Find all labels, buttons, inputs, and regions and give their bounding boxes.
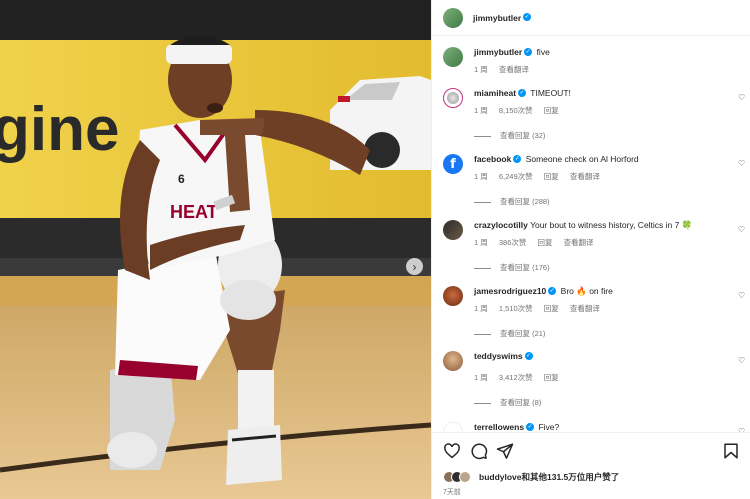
verified-badge-icon: ✓ bbox=[526, 423, 535, 432]
view-replies-label: 查看回复 (21) bbox=[500, 329, 546, 338]
comment-text: TIMEOUT! bbox=[530, 88, 571, 98]
next-image-chevron-icon[interactable]: › bbox=[406, 258, 423, 275]
post-actions: buddylove和其他131.5万位用户赞了 7天前 bbox=[432, 432, 750, 499]
share-send-icon[interactable] bbox=[496, 442, 514, 460]
view-replies-label: 查看回复 (32) bbox=[500, 131, 546, 140]
like-heart-icon[interactable]: ♡ bbox=[738, 292, 746, 300]
like-heart-icon[interactable]: ♡ bbox=[738, 357, 746, 365]
like-heart-icon[interactable]: ♡ bbox=[738, 94, 746, 102]
divider-dash bbox=[474, 267, 491, 269]
comment-time: 1 周 bbox=[474, 106, 488, 115]
comment-text: Five? bbox=[538, 422, 560, 432]
reply-link[interactable]: 回复 bbox=[537, 238, 552, 247]
commenter-avatar[interactable] bbox=[443, 88, 463, 108]
comment-likes[interactable]: 6,249次赞 bbox=[499, 172, 533, 181]
like-heart-icon[interactable]: ♡ bbox=[738, 160, 746, 168]
likes-summary[interactable]: buddylove和其他131.5万位用户赞了 bbox=[443, 471, 619, 483]
commenter-avatar[interactable] bbox=[443, 286, 463, 306]
facebook-logo-icon[interactable]: f bbox=[443, 154, 463, 174]
author-username[interactable]: jimmybutler bbox=[473, 13, 521, 23]
reply-link[interactable]: 回复 bbox=[544, 304, 559, 313]
commenter-username[interactable]: miamiheat bbox=[474, 88, 516, 98]
commenter-avatar[interactable] bbox=[443, 351, 463, 371]
comment-likes[interactable]: 8,150次赞 bbox=[499, 106, 533, 115]
divider-dash bbox=[474, 402, 491, 404]
liked-by-text: buddylove和其他131.5万位用户赞了 bbox=[479, 472, 620, 482]
caption-avatar[interactable] bbox=[443, 47, 463, 67]
translate-link[interactable]: 查看翻译 bbox=[564, 238, 594, 247]
bookmark-save-icon[interactable] bbox=[722, 442, 740, 460]
comment-likes[interactable]: 1,510次赞 bbox=[499, 304, 533, 313]
view-replies-link[interactable]: 查看回复 (21) bbox=[474, 328, 545, 339]
comment-likes[interactable]: 3,412次赞 bbox=[499, 373, 533, 382]
comment-text: Bro 🔥 on fire bbox=[560, 286, 613, 296]
post-header: jimmybutler ✓ bbox=[432, 0, 750, 36]
caption-translate-link[interactable]: 查看翻译 bbox=[499, 65, 529, 74]
post-side-panel: jimmybutler ✓ jimmybutler ✓ five 1 周 查看翻译 bbox=[431, 0, 750, 499]
svg-text:gine: gine bbox=[0, 95, 119, 164]
commenter-username[interactable]: crazylocotilly bbox=[474, 220, 528, 230]
like-heart-icon[interactable] bbox=[443, 442, 461, 460]
reply-link[interactable]: 回复 bbox=[544, 106, 559, 115]
view-replies-link[interactable]: 查看回复 (288) bbox=[474, 196, 550, 207]
svg-text:6: 6 bbox=[178, 172, 185, 186]
comment-time: 1 周 bbox=[474, 304, 488, 313]
verified-badge-icon: ✓ bbox=[518, 89, 527, 98]
commenter-username[interactable]: jamesrodriguez10 bbox=[474, 286, 546, 296]
view-replies-link[interactable]: 查看回复 (32) bbox=[474, 130, 545, 141]
commenter-avatar[interactable] bbox=[443, 422, 463, 432]
commenter-avatar[interactable] bbox=[443, 220, 463, 240]
view-replies-label: 查看回复 (176) bbox=[500, 263, 550, 272]
verified-badge-icon: ✓ bbox=[524, 48, 533, 57]
comment-time: 1 周 bbox=[474, 172, 488, 181]
divider-dash bbox=[474, 201, 491, 203]
comments-list[interactable]: jimmybutler ✓ five 1 周 查看翻译 miamiheat ✓ TI… bbox=[432, 36, 750, 432]
verified-badge-icon: ✓ bbox=[524, 352, 533, 361]
basketball-photo: gine HEAT 6 bbox=[0, 0, 431, 499]
comment-time: 1 周 bbox=[474, 238, 488, 247]
verified-badge-icon: ✓ bbox=[548, 287, 557, 296]
comment-bubble-icon[interactable] bbox=[470, 442, 488, 460]
comment-text: Your bout to witness history, Celtics in… bbox=[530, 220, 693, 230]
divider-dash bbox=[474, 333, 491, 335]
translate-link[interactable]: 查看翻译 bbox=[570, 304, 600, 313]
translate-link[interactable]: 查看翻译 bbox=[570, 172, 600, 181]
reply-link[interactable]: 回复 bbox=[544, 373, 559, 382]
comment-text: Someone check on Al Horford bbox=[525, 154, 639, 164]
commenter-username[interactable]: facebook bbox=[474, 154, 511, 164]
post-photo: gine HEAT 6 › bbox=[0, 0, 431, 499]
caption-text: five bbox=[536, 47, 550, 57]
caption-time: 1 周 bbox=[474, 65, 488, 74]
like-heart-icon[interactable]: ♡ bbox=[738, 226, 746, 234]
view-replies-link[interactable]: 查看回复 (8) bbox=[474, 397, 541, 408]
commenter-username[interactable]: teddyswims bbox=[474, 351, 523, 361]
comment-time: 1 周 bbox=[474, 373, 488, 382]
divider-dash bbox=[474, 135, 491, 137]
verified-badge-icon: ✓ bbox=[523, 13, 532, 21]
view-replies-label: 查看回复 (288) bbox=[500, 197, 550, 206]
view-replies-link[interactable]: 查看回复 (176) bbox=[474, 262, 550, 273]
liker-avatars bbox=[443, 471, 473, 483]
reply-link[interactable]: 回复 bbox=[544, 172, 559, 181]
verified-badge-icon: ✓ bbox=[513, 155, 522, 164]
post-timestamp: 7天前 bbox=[443, 489, 461, 496]
svg-text:HEAT: HEAT bbox=[170, 202, 218, 222]
author-avatar[interactable] bbox=[443, 7, 463, 28]
comment-likes[interactable]: 386次赞 bbox=[499, 238, 527, 247]
view-replies-label: 查看回复 (8) bbox=[500, 398, 542, 407]
commenter-username[interactable]: terrellowens bbox=[474, 422, 524, 432]
caption-username[interactable]: jimmybutler bbox=[474, 47, 522, 57]
